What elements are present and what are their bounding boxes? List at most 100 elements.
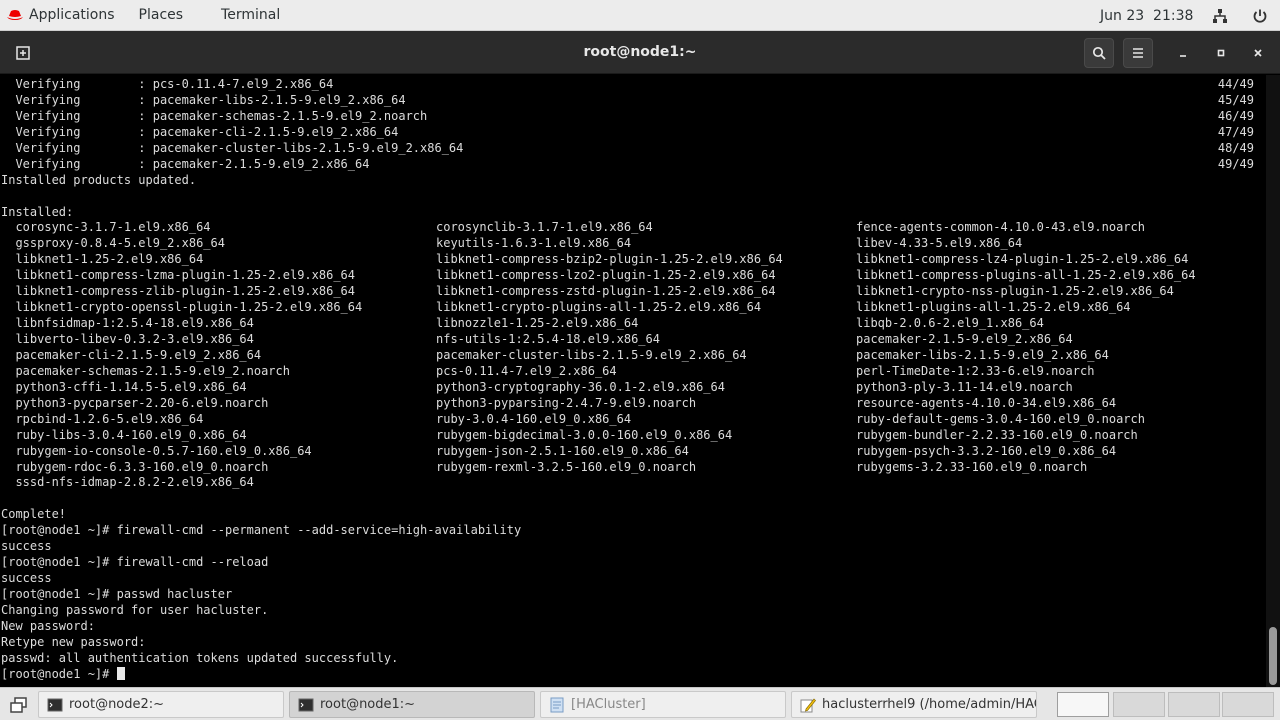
terminal-text: rubygem-rdoc-6.3.3-160.el9_0.noarch: [1, 459, 269, 474]
gnome-top-bar: Applications Places Terminal Jun 23 21:3…: [0, 0, 1280, 31]
progress-counter: 47/49: [1217, 124, 1254, 139]
workspace-4[interactable]: [1222, 692, 1274, 717]
terminal-text: rubygem-bigdecimal-3.0.0-160.el9_0.x86_6…: [436, 427, 733, 442]
task-root-node1[interactable]: root@node1:~: [289, 691, 535, 718]
terminal-text: [root@node1 ~]# firewall-cmd --permanent…: [1, 523, 522, 538]
terminal-text: Installed products updated.: [1, 172, 197, 187]
task-label: root@node1:~: [320, 697, 416, 712]
terminal-text: rpcbind-1.2.6-5.el9.x86_64: [1, 411, 204, 426]
terminal-line: [root@node1 ~]# firewall-cmd --reload: [0, 555, 1266, 571]
terminal-line: Complete!: [0, 507, 1266, 523]
terminal-text: rubygem-bundler-2.2.33-160.el9_0.noarch: [856, 427, 1138, 442]
show-desktop-icon: [10, 697, 27, 713]
terminal-text: Verifying : pacemaker-2.1.5-9.el9_2.x86_…: [1, 156, 370, 171]
task-text-editor[interactable]: haclusterrhel9 (/home/admin/HAC…: [791, 691, 1037, 718]
workspace-2[interactable]: [1113, 692, 1165, 717]
terminal-line: [root@node1 ~]#: [0, 666, 1266, 683]
text-editor-icon: [800, 697, 816, 712]
maximize-icon: [1217, 49, 1225, 57]
terminal-text: nfs-utils-1:2.5.4-18.el9.x86_64: [436, 332, 660, 346]
terminal-output[interactable]: Verifying : pcs-0.11.4-7.el9_2.x86_64 44/…: [0, 75, 1266, 687]
terminal-line: Installed products updated.: [0, 173, 1266, 189]
terminal-text: libev-4.33-5.el9.x86_64: [856, 236, 1023, 251]
close-button[interactable]: [1243, 38, 1273, 68]
terminal-line: Verifying : pacemaker-cluster-libs-2.1.5…: [0, 141, 1266, 157]
terminal-text: libqb-2.0.6-2.el9_1.x86_64: [856, 316, 1044, 331]
terminal-line: pacemaker-cli-2.1.5-9.el9_2.x86_64 pacema…: [0, 348, 1266, 364]
terminal-text: libverto-libev-0.3.2-3.el9.x86_64: [1, 332, 254, 346]
task-root-node2[interactable]: root@node2:~: [38, 691, 284, 718]
terminal-text: libknet1-compress-zstd-plugin-1.25-2.el9…: [436, 284, 776, 299]
terminal-text: libknet1-compress-plugins-all-1.25-2.el9…: [856, 268, 1196, 283]
scrollbar-thumb[interactable]: [1269, 627, 1277, 685]
show-desktop-button[interactable]: [8, 694, 30, 716]
terminal-line: Retype new password:: [0, 635, 1266, 651]
terminal-text: Verifying : pacemaker-schemas-2.1.5-9.el…: [1, 108, 428, 123]
terminal-text: ruby-default-gems-3.0.4-160.el9_0.noarch: [856, 411, 1145, 426]
terminal-line: libknet1-crypto-openssl-plugin-1.25-2.el…: [0, 300, 1266, 316]
terminal-icon: [47, 698, 63, 711]
terminal-text: success: [1, 571, 52, 586]
clock[interactable]: Jun 23 21:38: [1100, 0, 1193, 31]
terminal-line: libknet1-compress-zlib-plugin-1.25-2.el9…: [0, 284, 1266, 300]
applications-menu[interactable]: Applications: [0, 0, 127, 31]
terminal-line: Installed:: [0, 205, 1266, 221]
maximize-button[interactable]: [1206, 38, 1236, 68]
terminal-text: keyutils-1.6.3-1.el9.x86_64: [436, 236, 632, 251]
places-menu[interactable]: Places: [127, 0, 196, 31]
scrollbar-track[interactable]: [1266, 75, 1280, 687]
terminal-text: libknet1-crypto-nss-plugin-1.25-2.el9.x8…: [856, 284, 1174, 299]
terminal-text: pacemaker-schemas-2.1.5-9.el9_2.noarch: [1, 363, 290, 378]
new-tab-button[interactable]: [8, 38, 38, 68]
power-icon[interactable]: [1252, 0, 1268, 31]
terminal-line: Changing password for user hacluster.: [0, 603, 1266, 619]
workspace-1[interactable]: [1057, 692, 1109, 717]
terminal-text: python3-pycparser-2.20-6.el9.noarch: [1, 395, 269, 410]
terminal-text: New password:: [1, 618, 95, 633]
terminal-text: ruby-libs-3.0.4-160.el9_0.x86_64: [1, 427, 247, 442]
terminal-text: pcs-0.11.4-7.el9_2.x86_64: [436, 363, 617, 378]
task-hacluster[interactable]: [HACluster]: [540, 691, 786, 718]
terminal-text: libknet1-1.25-2.el9.x86_64: [1, 252, 204, 267]
terminal-text: pacemaker-cli-2.1.5-9.el9_2.x86_64: [1, 347, 262, 362]
terminal-line: Verifying : pacemaker-schemas-2.1.5-9.el…: [0, 109, 1266, 125]
terminal-line: python3-pycparser-2.20-6.el9.noarch pytho…: [0, 396, 1266, 412]
terminal-text: Complete!: [1, 507, 67, 522]
search-button[interactable]: [1084, 38, 1114, 68]
terminal-window: root@node1:~ Verifying : pcs-0.11.4-7.el…: [0, 31, 1280, 687]
terminal-line: sssd-nfs-idmap-2.8.2-2.el9.x86_64: [0, 475, 1266, 491]
terminal-text: libknet1-compress-bzip2-plugin-1.25-2.el…: [436, 252, 783, 267]
terminal-icon: [298, 698, 314, 711]
terminal-line: success: [0, 571, 1266, 587]
window-titlebar[interactable]: root@node1:~: [0, 31, 1280, 74]
terminal-text: gssproxy-0.8.4-5.el9_2.x86_64: [1, 236, 225, 251]
terminal-text: libknet1-compress-lzo2-plugin-1.25-2.el9…: [436, 268, 776, 283]
workspace-3[interactable]: [1168, 692, 1220, 717]
terminal-line: [root@node1 ~]# passwd hacluster: [0, 587, 1266, 603]
terminal-text: python3-pyparsing-2.4.7-9.el9.noarch: [436, 395, 697, 410]
search-icon: [1092, 46, 1106, 60]
terminal-line: libknet1-compress-lzma-plugin-1.25-2.el9…: [0, 268, 1266, 284]
terminal-text: corosynclib-3.1.7-1.el9.x86_64: [436, 220, 653, 235]
terminal-line: rubygem-io-console-0.5.7-160.el9_0.x86_6…: [0, 444, 1266, 460]
progress-counter: 48/49: [1217, 140, 1254, 155]
terminal-text: Verifying : pacemaker-libs-2.1.5-9.el9_2…: [1, 92, 406, 107]
terminal-line: python3-cffi-1.14.5-5.el9.x86_64 python3-…: [0, 380, 1266, 396]
terminal-line: libknet1-1.25-2.el9.x86_64 libknet1-compr…: [0, 252, 1266, 268]
terminal-text: libknet1-compress-lzma-plugin-1.25-2.el9…: [1, 268, 356, 283]
progress-counter: 45/49: [1217, 92, 1254, 107]
terminal-line: libverto-libev-0.3.2-3.el9.x86_64 nfs-uti…: [0, 332, 1266, 348]
terminal-text: [root@node1 ~]#: [1, 666, 125, 683]
minimize-button[interactable]: [1168, 38, 1198, 68]
terminal-line: New password:: [0, 619, 1266, 635]
network-icon[interactable]: [1212, 0, 1228, 31]
task-label: root@node2:~: [69, 697, 165, 712]
terminal-line: corosync-3.1.7-1.el9.x86_64 corosynclib-3…: [0, 220, 1266, 236]
terminal-app-menu[interactable]: Terminal: [195, 0, 292, 31]
task-label: [HACluster]: [571, 697, 646, 712]
hamburger-menu-button[interactable]: [1123, 38, 1153, 68]
terminal-text: rubygem-rexml-3.2.5-160.el9_0.noarch: [436, 459, 697, 474]
close-icon: [1254, 49, 1262, 57]
terminal-line: Verifying : pacemaker-2.1.5-9.el9_2.x86_…: [0, 157, 1266, 173]
